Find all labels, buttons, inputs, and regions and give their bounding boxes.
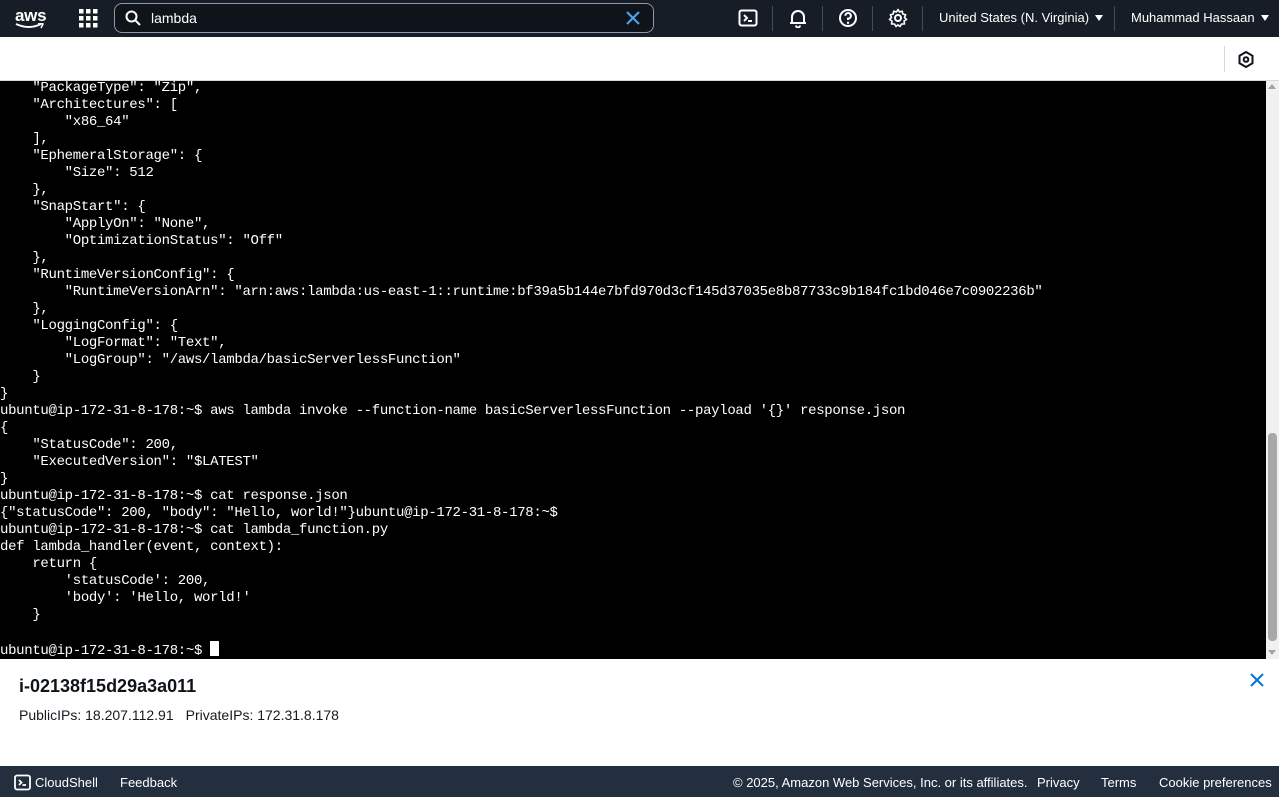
terminal-line: "Architectures": [ xyxy=(0,97,178,113)
terminal-scrollbar[interactable] xyxy=(1266,81,1279,659)
terminal-line: } xyxy=(0,607,41,623)
services-grid-icon[interactable] xyxy=(79,9,98,28)
terminal-line: } xyxy=(0,471,9,487)
nav-divider xyxy=(772,6,773,31)
terminal-line: } xyxy=(0,386,9,402)
cloudshell-label: CloudShell xyxy=(35,775,98,790)
terminal-line: }, xyxy=(0,250,49,266)
cloudshell-icon xyxy=(14,774,31,794)
terminal-line: ubuntu@ip-172-31-8-178:~$ cat response.j… xyxy=(0,488,348,504)
region-selector[interactable]: United States (N. Virginia) xyxy=(939,10,1104,25)
terminal-line: "SnapStart": { xyxy=(0,199,146,215)
region-label: United States (N. Virginia) xyxy=(939,10,1090,25)
help-icon[interactable] xyxy=(838,8,860,30)
terminal-line: "Size": 512 xyxy=(0,165,154,181)
terminal-line: "LogGroup": "/aws/lambda/basicServerless… xyxy=(0,352,461,368)
footer: CloudShell Feedback © 2025, Amazon Web S… xyxy=(0,766,1279,797)
terminal-line: { xyxy=(0,420,9,436)
terminal-line: def lambda_handler(event, context): xyxy=(0,539,283,555)
ip-addresses: PublicIPs: 18.207.112.91 PrivateIPs: 172.… xyxy=(19,707,339,723)
feedback-link[interactable]: Feedback xyxy=(120,775,177,790)
user-menu[interactable]: Muhammad Hassaan xyxy=(1131,10,1269,25)
search-box xyxy=(114,3,654,33)
terminal-line: ubuntu@ip-172-31-8-178:~$ cat lambda_fun… xyxy=(0,522,388,538)
close-icon[interactable] xyxy=(1249,672,1265,693)
nav-divider xyxy=(1114,6,1115,31)
search-input[interactable] xyxy=(151,8,611,28)
terminal-line: "RuntimeVersionConfig": { xyxy=(0,267,235,283)
terminal-line: "x86_64" xyxy=(0,114,130,130)
scroll-up-arrow-icon[interactable] xyxy=(1268,84,1276,89)
terminal-line: "ApplyOn": "None", xyxy=(0,216,211,232)
user-name: Muhammad Hassaan xyxy=(1131,10,1255,25)
scroll-down-arrow-icon[interactable] xyxy=(1268,650,1276,655)
terminal-line: "StatusCode": 200, xyxy=(0,437,178,453)
terminal-line: 'statusCode': 200, xyxy=(0,573,211,589)
terms-link[interactable]: Terms xyxy=(1101,775,1136,790)
nav-divider xyxy=(922,6,923,31)
terminal-line: "LoggingConfig": { xyxy=(0,318,178,334)
instance-info-panel: i-02138f15d29a3a011 PublicIPs: 18.207.11… xyxy=(0,659,1279,766)
terminal-line: "RuntimeVersionArn": "arn:aws:lambda:us-… xyxy=(0,284,1043,300)
cloudshell-button[interactable]: CloudShell xyxy=(14,774,98,794)
terminal-line: "PackageType": "Zip", xyxy=(0,81,203,96)
nav-divider xyxy=(872,6,873,31)
session-settings-icon[interactable] xyxy=(1238,51,1254,73)
privacy-link[interactable]: Privacy xyxy=(1037,775,1080,790)
terminal-cursor xyxy=(210,641,220,656)
gear-icon[interactable] xyxy=(888,8,910,30)
clear-search-icon[interactable] xyxy=(625,10,641,31)
terminal-line: }, xyxy=(0,301,49,317)
terminal-line: } xyxy=(0,369,41,385)
bell-icon[interactable] xyxy=(788,8,810,30)
aws-logo[interactable]: aws xyxy=(13,6,47,32)
terminal[interactable]: "PackageType": "Zip", "Architectures": [… xyxy=(0,81,1266,659)
terminal-line: ubuntu@ip-172-31-8-178:~$ aws lambda inv… xyxy=(0,403,906,419)
top-navigation: aws lambda United States (N. Virginia) M… xyxy=(0,0,1279,37)
instance-id: i-02138f15d29a3a011 xyxy=(19,676,197,696)
terminal-line: "ExecutedVersion": "$LATEST" xyxy=(0,454,259,470)
caret-down-icon xyxy=(1095,15,1104,21)
aws-smile-icon xyxy=(15,23,45,29)
toolbar-divider xyxy=(1224,46,1225,72)
copyright-text: © 2025, Amazon Web Services, Inc. or its… xyxy=(733,775,1028,790)
cloudshell-icon[interactable] xyxy=(738,8,760,30)
terminal-prompt-line: ubuntu@ip-172-31-8-178:~$ xyxy=(0,641,1266,659)
terminal-line: }, xyxy=(0,182,49,198)
caret-down-icon xyxy=(1260,15,1269,21)
scrollbar-thumb[interactable] xyxy=(1268,433,1277,641)
search-icon xyxy=(125,10,141,31)
nav-divider xyxy=(822,6,823,31)
terminal-line: "OptimizationStatus": "Off" xyxy=(0,233,284,249)
session-toolbar xyxy=(0,37,1279,81)
cookie-preferences-link[interactable]: Cookie preferences xyxy=(1159,775,1272,790)
terminal-line: "LogFormat": "Text", xyxy=(0,335,227,351)
terminal-line: return { xyxy=(0,556,97,572)
terminal-line: ], xyxy=(0,131,49,147)
terminal-line: 'body': 'Hello, world!' xyxy=(0,590,251,606)
terminal-line: {"statusCode": 200, "body": "Hello, worl… xyxy=(0,505,558,521)
terminal-output: "PackageType": "Zip", "Architectures": [… xyxy=(0,81,1266,659)
public-ips: PublicIPs: 18.207.112.91 xyxy=(19,707,174,723)
terminal-line: "EphemeralStorage": { xyxy=(0,148,203,164)
private-ips: PrivateIPs: 172.31.8.178 xyxy=(185,707,339,723)
terminal-prompt: ubuntu@ip-172-31-8-178:~$ xyxy=(0,643,211,659)
